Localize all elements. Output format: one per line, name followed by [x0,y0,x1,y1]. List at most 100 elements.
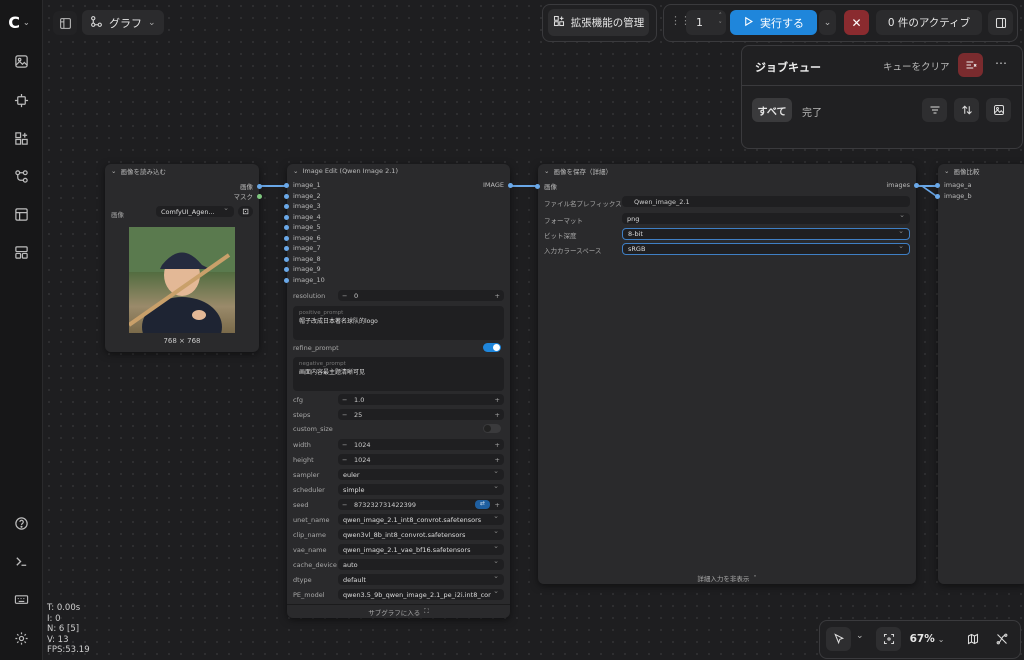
image-compare-node[interactable]: ⌄ 画像比較 image_a image_b [935,164,1024,584]
stat-time: T: 0.00s [47,603,81,613]
models-icon[interactable] [10,89,32,111]
stepper-arrows-icon[interactable]: ˄ ˅ [719,12,723,30]
sort-button[interactable] [954,98,979,122]
input-slot-image-6[interactable]: image_6 [284,234,321,242]
keyboard-icon[interactable] [10,588,32,610]
manage-extensions-button[interactable]: 拡張機能の管理 [548,9,649,36]
queue-count-stepper[interactable]: 1 ˄ ˅ [686,10,726,35]
steps-value: 25 [354,410,363,419]
filter-button[interactable] [922,98,947,122]
active-jobs-button[interactable]: 0 件のアクティブ [876,10,982,35]
collapse-chevron-icon[interactable]: ⌄ [111,167,116,175]
upload-folder-icon[interactable]: ⊡ [238,206,253,217]
input-slot-image-7[interactable]: image_7 [284,244,321,252]
clear-queue-label[interactable]: キューをクリア [883,59,950,73]
vae-name-select[interactable]: qwen_image_2.1_vae_bf16.safetensors [338,542,504,555]
toggle-panel-button[interactable] [53,11,77,35]
resolution-stepper[interactable]: −0 + [338,290,504,301]
collapse-chevron-icon[interactable]: ⌄ [544,167,549,175]
negative-prompt-textarea[interactable]: negative_prompt 画面内容最主题清晰可见 [293,357,504,391]
dtype-select[interactable]: default [338,572,504,585]
width-stepper[interactable]: −1024 + [338,439,504,450]
filename-prefix-input[interactable]: Qwen_image_2.1 [622,196,910,207]
chevron-down-icon[interactable]: ⌄ [856,631,864,641]
run-options-button[interactable]: ⌄ [819,10,836,35]
fit-view-button[interactable] [876,627,901,651]
select-mode-button[interactable] [826,627,851,651]
images-icon[interactable] [10,50,32,72]
input-slot-image-8[interactable]: image_8 [284,255,321,263]
refine-prompt-toggle[interactable] [483,343,501,352]
load-image-node[interactable]: ⌄ 画像を読み込む 画像 マスク 画像 ComfyUI_Agen... ⊡ 768… [105,164,262,352]
format-select[interactable]: png [622,211,910,224]
custom-size-toggle[interactable] [483,424,501,433]
unet-name-value: qwen_image_2.1_int8_convrot.safetensors [343,515,482,524]
run-button[interactable]: 実行する [730,10,817,35]
input-slot-image-2[interactable]: image_2 [284,192,321,200]
input-image-a-slot[interactable]: image_a [935,181,971,189]
width-value: 1024 [354,440,371,449]
image-edit-node[interactable]: ⌄ Image Edit (Qwen Image 2.1) IMAGE image… [284,164,513,618]
hide-links-button[interactable] [990,627,1014,651]
input-slot-image-10[interactable]: image_10 [284,276,325,284]
height-stepper[interactable]: −1024 + [338,454,504,465]
save-image-node[interactable]: ⌄ 画像を保存（詳細） 画像 images ファイル名プレフィックス Qwen_i… [535,164,919,584]
output-images-slot[interactable]: images [886,181,919,189]
pe-model-select[interactable]: qwen3.5_9b_qwen_image_2.1_pe_i2i.int8_co… [338,587,504,600]
bit-depth-select[interactable]: 8-bit [622,227,910,240]
positive-prompt-textarea[interactable]: positive_prompt 帽子改成日本著名球队的logo [293,306,504,340]
output-image-slot[interactable]: 画像 [240,181,262,191]
cancel-button[interactable]: ✕ [844,10,869,35]
zoom-button[interactable]: 67% ⌄ [905,627,949,651]
negative-prompt-text: 画面内容最主题清晰可见 [299,369,366,376]
gallery-view-button[interactable] [986,98,1011,122]
input-image-slot[interactable]: 画像 [535,181,557,191]
steps-label: steps [293,411,311,419]
cfg-stepper[interactable]: −1.0 + [338,394,504,405]
input-slot-image-4[interactable]: image_4 [284,213,321,221]
collapse-chevron-icon[interactable]: ⌄ [293,167,298,175]
toggle-right-panel-button[interactable] [988,10,1013,35]
image-select[interactable]: ComfyUI_Agen... [156,204,234,217]
layout-icon[interactable] [10,241,32,263]
minimap-button[interactable] [961,627,985,651]
input-slot-image-5[interactable]: image_5 [284,223,321,231]
color-space-select[interactable]: sRGB [622,242,910,255]
node-title: 画像比較 [953,168,980,176]
collapse-chevron-icon[interactable]: ⌄ [944,167,949,175]
input-slot-image-1[interactable]: image_1 [284,181,321,189]
job-queue-title: ジョブキュー [755,61,821,74]
output-image-slot[interactable]: IMAGE [483,181,513,189]
chevron-up-icon: ˄ [753,574,757,582]
image-size-label: 768 × 768 [163,337,201,345]
clear-queue-button[interactable] [958,53,983,77]
templates-icon[interactable] [10,203,32,225]
tab-all[interactable]: すべて [752,98,792,122]
hide-advanced-inputs-button[interactable]: 詳細入力を非表示 ˄ [538,572,916,584]
graph-menu-button[interactable]: グラフ ⌄ [82,10,164,35]
comfy-logo-icon[interactable]: C ⌄ [8,11,30,33]
cache-device-select[interactable]: auto [338,557,504,570]
settings-gear-icon[interactable] [10,627,32,649]
more-options-icon[interactable]: ⋯ [995,56,1007,70]
stat-i: I: 0 [47,613,61,624]
workflows-icon[interactable] [10,165,32,187]
seed-randomize-icon[interactable]: ⇄ [475,500,490,509]
terminal-icon[interactable] [10,550,32,572]
sampler-value: euler [343,470,360,479]
nodes-library-icon[interactable] [10,127,32,149]
clip-name-select[interactable]: qwen3vl_8b_int8_convrot.safetensors [338,527,504,540]
input-image-b-slot[interactable]: image_b [935,192,972,200]
help-icon[interactable] [10,512,32,534]
sampler-select[interactable]: euler [338,467,504,480]
scheduler-select[interactable]: simple [338,482,504,495]
enter-subgraph-button[interactable]: サブグラフに入る ⛶ [287,604,510,618]
input-slot-image-9[interactable]: image_9 [284,265,321,273]
seed-stepper[interactable]: −873232731422399 ⇄ + [338,499,504,510]
input-slot-image-3[interactable]: image_3 [284,202,321,210]
tab-done[interactable]: 完了 [802,104,822,119]
unet-name-select[interactable]: qwen_image_2.1_int8_convrot.safetensors [338,512,504,525]
steps-stepper[interactable]: −25 + [338,409,504,420]
slot-label: image_a [944,181,972,189]
output-mask-slot[interactable]: マスク [234,191,262,201]
